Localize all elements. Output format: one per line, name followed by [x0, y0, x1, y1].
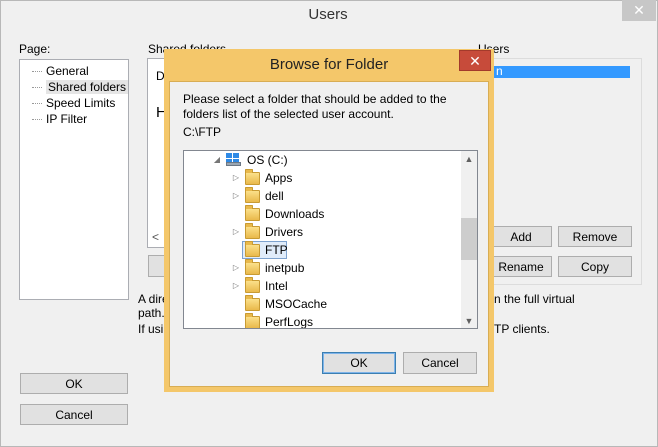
folder-icon	[245, 223, 260, 239]
page-item-ip-filter[interactable]: IP Filter	[20, 111, 87, 127]
tree-item-folder[interactable]: ▷ Intel	[184, 277, 462, 295]
folder-icon	[245, 259, 260, 275]
users-list-selected-item[interactable]: n	[478, 64, 630, 78]
expand-icon[interactable]: ▷	[232, 228, 240, 236]
dialog-instruction: Please select a folder that should be ad…	[183, 92, 447, 121]
remove-user-button[interactable]: Remove	[558, 226, 632, 247]
folder-label: Apps	[265, 171, 293, 185]
tree-item-folder[interactable]: MSOCache	[184, 295, 462, 313]
folder-icon	[245, 295, 260, 311]
ok-button[interactable]: OK	[20, 373, 128, 394]
expand-icon[interactable]: ▷	[232, 264, 240, 272]
page-item-speed-limits[interactable]: Speed Limits	[20, 95, 115, 111]
rename-user-button[interactable]: Rename	[490, 256, 552, 277]
cancel-button[interactable]: Cancel	[20, 404, 128, 425]
tree-item-folder[interactable]: ▷ Drivers	[184, 223, 462, 241]
scroll-up-icon[interactable]: ▲	[461, 154, 477, 164]
dialog-current-path: C:\FTP	[183, 125, 221, 139]
shared-desc-line2: path.	[138, 306, 165, 320]
expand-icon[interactable]: ▷	[232, 282, 240, 290]
folder-icon	[245, 187, 260, 203]
folder-icon	[245, 313, 260, 328]
add-user-button[interactable]: Add	[490, 226, 552, 247]
folder-label: Drivers	[265, 225, 303, 239]
dialog-ok-button[interactable]: OK	[322, 352, 396, 374]
scroll-down-icon[interactable]: ▼	[461, 316, 477, 326]
copy-user-button[interactable]: Copy	[558, 256, 632, 277]
scroll-left-icon[interactable]: <	[152, 230, 159, 244]
dialog-title: Browse for Folder	[269, 56, 389, 73]
tree-item-folder[interactable]: PerfLogs	[184, 313, 462, 329]
expand-icon[interactable]: ▷	[232, 192, 240, 200]
folder-icon	[245, 241, 260, 257]
window-close-button[interactable]: ✕	[622, 0, 656, 21]
folder-label: MSOCache	[265, 297, 328, 311]
page-label: Page:	[19, 42, 51, 56]
folder-icon	[245, 277, 260, 293]
folder-label: Intel	[265, 279, 288, 293]
tree-item-folder[interactable]: ▷ inetpub	[184, 259, 462, 277]
window-title: Users	[308, 6, 348, 23]
drive-icon	[226, 153, 241, 166]
folder-label: FTP	[265, 243, 288, 257]
page-item-general[interactable]: General	[20, 63, 89, 79]
tree-item-folder[interactable]: ▷ Apps	[184, 169, 462, 187]
close-icon: ✕	[633, 2, 645, 18]
ftp-clients-text: TP clients.	[494, 322, 550, 336]
dialog-close-button[interactable]: ✕	[459, 50, 491, 71]
folder-label: inetpub	[265, 261, 305, 275]
folder-label: dell	[265, 189, 284, 203]
tree-item-folder-selected[interactable]: FTP	[184, 241, 462, 259]
close-icon: ✕	[469, 53, 481, 69]
page-item-shared-folders[interactable]: Shared folders	[20, 79, 129, 95]
drive-label: OS (C:)	[247, 153, 288, 167]
collapse-icon[interactable]: ◢	[213, 156, 221, 164]
users-list[interactable]	[478, 58, 642, 285]
virtual-path-text: n the full virtual	[494, 292, 575, 306]
scrollbar-thumb[interactable]	[461, 218, 477, 260]
tree-item-folder[interactable]: ▷ dell	[184, 187, 462, 205]
folder-icon	[245, 169, 260, 185]
folder-label: PerfLogs	[265, 315, 314, 329]
folder-tree[interactable]: ◢ OS (C:) ▷ Apps ▷ dell Downloads ▷ Driv…	[183, 150, 478, 329]
tree-item-folder[interactable]: Downloads	[184, 205, 462, 223]
tree-item-drive[interactable]: ◢ OS (C:)	[184, 151, 462, 169]
folder-icon	[245, 205, 260, 221]
dialog-cancel-button[interactable]: Cancel	[403, 352, 477, 374]
page-tree[interactable]: General Shared folders Speed Limits IP F…	[19, 59, 129, 300]
folder-label: Downloads	[265, 207, 325, 221]
expand-icon[interactable]: ▷	[232, 174, 240, 182]
